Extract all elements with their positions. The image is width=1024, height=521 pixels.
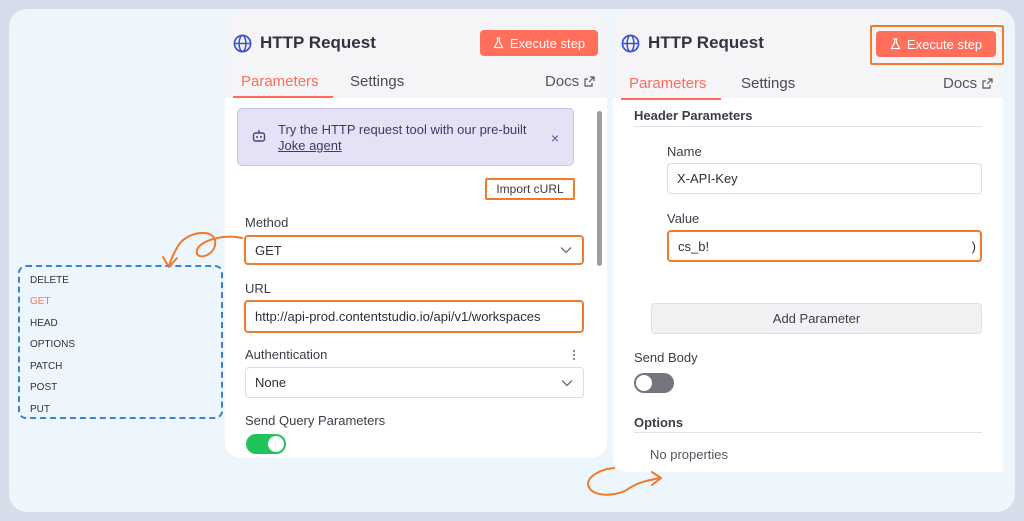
http-request-panel-left: HTTP Request Execute step Parameters Set… bbox=[225, 12, 607, 458]
banner-message: Try the HTTP request tool with our pre-b… bbox=[278, 122, 527, 137]
method-option-delete[interactable]: DELETE bbox=[30, 275, 69, 286]
docs-label: Docs bbox=[943, 75, 978, 92]
method-option-head[interactable]: HEAD bbox=[30, 318, 58, 329]
add-parameter-button[interactable]: Add Parameter bbox=[651, 303, 982, 334]
method-option-get[interactable]: GET bbox=[30, 296, 51, 307]
method-option-post[interactable]: POST bbox=[30, 382, 57, 393]
send-body-toggle[interactable] bbox=[634, 373, 674, 393]
divider bbox=[634, 126, 982, 127]
panel-title: HTTP Request bbox=[648, 33, 764, 52]
tab-parameters[interactable]: Parameters bbox=[241, 73, 319, 90]
method-label: Method bbox=[245, 215, 289, 230]
chevron-down-icon bbox=[561, 379, 573, 386]
external-link-icon bbox=[982, 78, 993, 89]
scrollbar[interactable] bbox=[597, 111, 602, 266]
joke-agent-banner: Try the HTTP request tool with our pre-b… bbox=[237, 108, 574, 166]
authentication-value: None bbox=[255, 375, 287, 390]
header-value-input[interactable]: cs_b! ) bbox=[667, 230, 982, 262]
flask-icon bbox=[493, 37, 504, 49]
method-select[interactable]: GET bbox=[244, 235, 584, 265]
header-value-label: Value bbox=[667, 211, 700, 226]
url-input[interactable]: http://api-prod.contentstudio.io/api/v1/… bbox=[244, 300, 584, 333]
close-icon[interactable]: × bbox=[551, 130, 559, 146]
method-dropdown-list: DELETE GET HEAD OPTIONS PATCH POST PUT bbox=[18, 265, 223, 419]
tab-parameters[interactable]: Parameters bbox=[629, 75, 707, 92]
panel-title: HTTP Request bbox=[260, 33, 376, 52]
execute-step-label: Execute step bbox=[509, 35, 586, 51]
execute-step-button[interactable]: Execute step bbox=[480, 30, 598, 56]
method-option-options[interactable]: OPTIONS bbox=[30, 339, 75, 350]
header-value-tail: ) bbox=[971, 239, 976, 254]
panel-tabs: Parameters Settings Docs bbox=[613, 69, 1003, 100]
url-value: http://api-prod.contentstudio.io/api/v1/… bbox=[255, 309, 541, 324]
execute-step-highlight bbox=[870, 25, 1004, 65]
method-option-put[interactable]: PUT bbox=[30, 404, 50, 415]
method-option-patch[interactable]: PATCH bbox=[30, 361, 62, 372]
no-properties-text: No properties bbox=[650, 447, 729, 462]
header-name-value: X-API-Key bbox=[677, 171, 738, 186]
tab-settings[interactable]: Settings bbox=[741, 75, 795, 92]
header-name-label: Name bbox=[667, 144, 702, 159]
options-title: Options bbox=[634, 415, 684, 430]
header-value-text: cs_b! bbox=[678, 238, 710, 254]
header-parameters-title: Header Parameters bbox=[634, 108, 753, 123]
method-value: GET bbox=[255, 242, 282, 258]
http-request-panel-right: HTTP Request Execute step Parameters Set… bbox=[613, 12, 1003, 472]
toggle-knob bbox=[636, 375, 652, 391]
panel-tabs: Parameters Settings Docs bbox=[225, 69, 607, 99]
header-name-input[interactable]: X-API-Key bbox=[667, 163, 982, 194]
url-label: URL bbox=[245, 281, 272, 296]
docs-link[interactable]: Docs bbox=[943, 75, 993, 92]
send-query-label: Send Query Parameters bbox=[245, 413, 386, 428]
panel-title-row: HTTP Request bbox=[621, 33, 764, 53]
send-query-toggle[interactable] bbox=[246, 434, 286, 454]
banner-text: Try the HTTP request tool with our pre-b… bbox=[278, 122, 527, 154]
active-tab-indicator bbox=[621, 98, 721, 100]
globe-icon bbox=[233, 34, 252, 52]
tab-settings[interactable]: Settings bbox=[350, 73, 404, 90]
panel-title-row: HTTP Request bbox=[233, 33, 376, 53]
divider bbox=[634, 432, 982, 433]
docs-label: Docs bbox=[545, 73, 580, 90]
chevron-down-icon bbox=[560, 247, 572, 254]
authentication-label: Authentication bbox=[245, 347, 328, 362]
robot-icon bbox=[252, 130, 266, 142]
active-tab-indicator bbox=[233, 96, 333, 98]
external-link-icon bbox=[584, 76, 595, 87]
toggle-knob bbox=[268, 436, 284, 452]
joke-agent-link[interactable]: Joke agent bbox=[278, 138, 342, 153]
docs-link[interactable]: Docs bbox=[545, 73, 595, 90]
panel-header: HTTP Request Execute step Parameters Set… bbox=[225, 12, 607, 98]
send-body-label: Send Body bbox=[634, 350, 698, 365]
import-curl-button[interactable]: Import cURL bbox=[485, 178, 575, 200]
globe-icon bbox=[621, 34, 640, 52]
authentication-select[interactable]: None bbox=[245, 367, 584, 398]
more-options-icon[interactable] bbox=[572, 349, 576, 361]
